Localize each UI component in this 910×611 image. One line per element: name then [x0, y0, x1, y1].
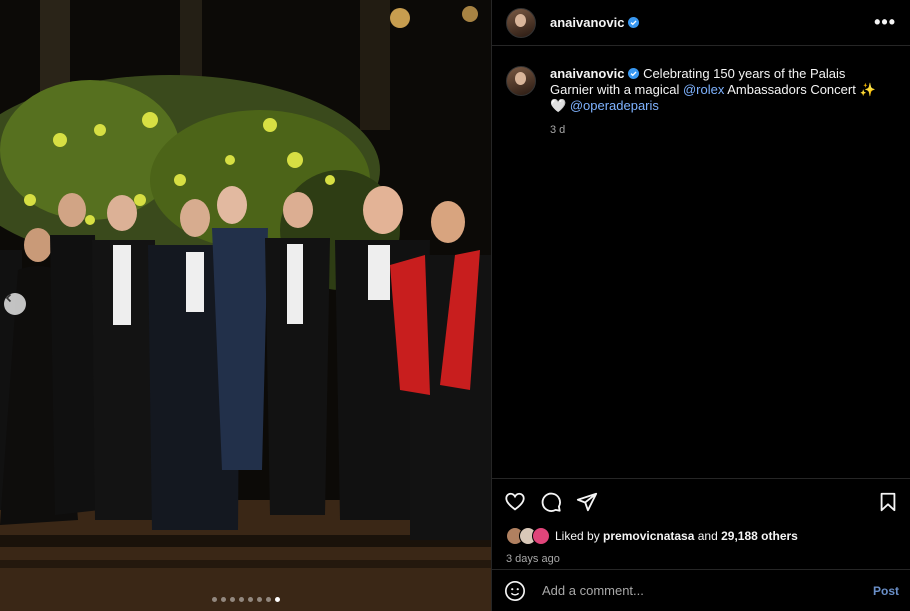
post-sidebar: anaivanovic ••• anaivanovic Celebrating …: [491, 0, 910, 611]
carousel-dot: [256, 597, 262, 602]
post-date[interactable]: 3 days ago: [492, 545, 910, 565]
caption-username[interactable]: anaivanovic: [550, 66, 624, 81]
carousel-dot: [265, 597, 271, 602]
post-comment-button[interactable]: Post: [873, 584, 899, 598]
carousel-dot: [238, 597, 244, 602]
likes-count-link[interactable]: 29,188 others: [721, 529, 798, 543]
carousel-dot: [247, 597, 253, 602]
carousel-dot: [220, 597, 226, 602]
photo-illustration: [0, 0, 491, 611]
comment-input[interactable]: [540, 582, 873, 599]
author-username-text[interactable]: anaivanovic: [550, 15, 624, 30]
verified-badge-icon: [628, 17, 640, 28]
share-icon[interactable]: [576, 491, 598, 513]
likes-prefix: Liked by: [555, 529, 604, 543]
author-username[interactable]: anaivanovic: [550, 15, 640, 30]
mention-link-operadeparis[interactable]: @operadeparis: [570, 98, 659, 113]
bookmark-icon[interactable]: [877, 491, 899, 513]
carousel-dot-active: [274, 597, 280, 602]
carousel-previous-button[interactable]: [4, 293, 26, 315]
post-photo[interactable]: [0, 0, 491, 611]
likes-summary[interactable]: Liked by premovicnatasa and 29,188 other…: [492, 513, 910, 545]
carousel-dot: [229, 597, 235, 602]
liker-avatar: [532, 527, 550, 545]
likes-and: and: [694, 529, 722, 543]
comment-icon[interactable]: [540, 491, 562, 513]
carousel-dot: [211, 597, 217, 602]
author-avatar[interactable]: [506, 7, 536, 38]
carousel-indicator: [0, 597, 491, 602]
likes-text: Liked by premovicnatasa and 29,188 other…: [555, 529, 798, 543]
caption-body: anaivanovic Celebrating 150 years of the…: [550, 66, 890, 138]
post-header: anaivanovic •••: [492, 0, 910, 46]
heart-icon[interactable]: [504, 491, 526, 513]
more-options-button[interactable]: •••: [874, 12, 896, 33]
emoji-icon[interactable]: [504, 580, 526, 602]
verified-badge-icon: [628, 68, 640, 79]
comment-bar: Post: [492, 569, 910, 611]
action-bar: Liked by premovicnatasa and 29,188 other…: [492, 478, 910, 565]
chevron-left-icon: [5, 293, 12, 303]
caption-timestamp[interactable]: 3 d: [550, 122, 890, 138]
mention-link-rolex[interactable]: @rolex: [683, 82, 724, 97]
caption-avatar[interactable]: [506, 66, 536, 96]
liked-by-user-link[interactable]: premovicnatasa: [603, 529, 694, 543]
post-caption: anaivanovic Celebrating 150 years of the…: [492, 46, 910, 138]
